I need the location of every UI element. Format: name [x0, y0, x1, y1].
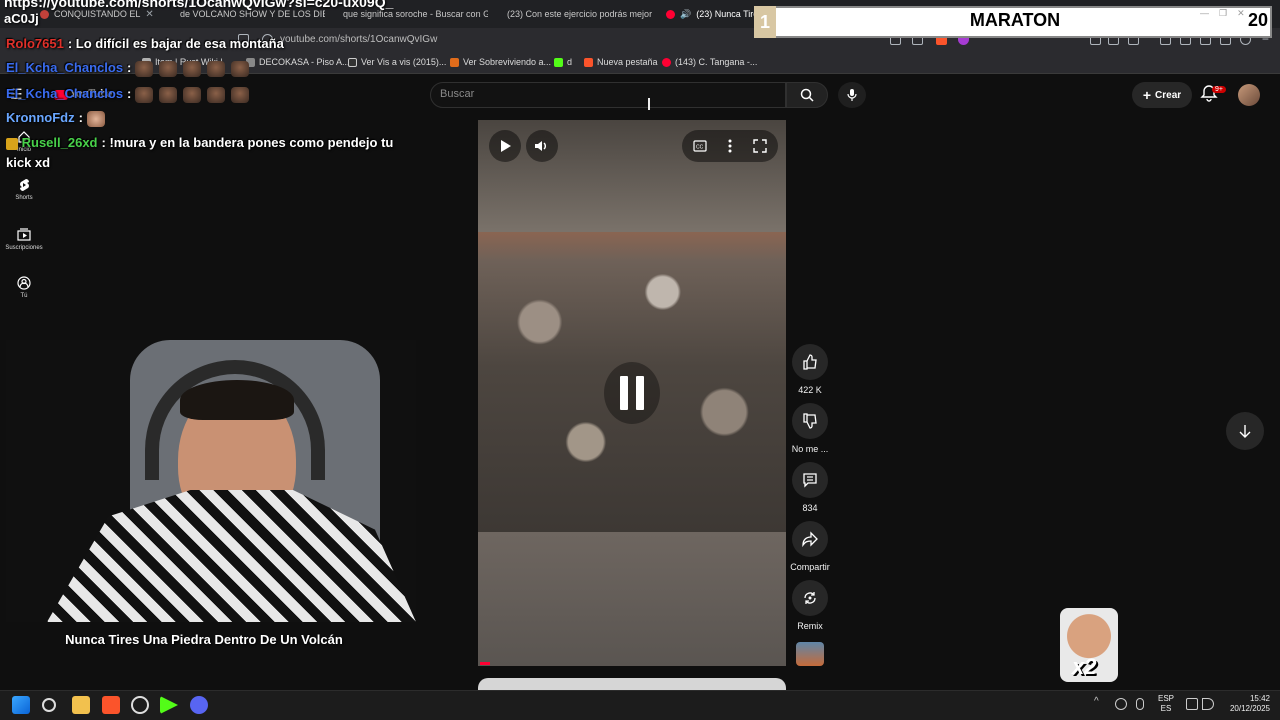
close-icon[interactable]: ✕ — [145, 9, 153, 20]
emote-icon — [231, 60, 249, 77]
brave-icon[interactable] — [102, 696, 120, 714]
plus-icon: + — [1142, 87, 1152, 103]
microphone-icon[interactable] — [1136, 698, 1144, 710]
share-icon — [802, 531, 818, 547]
pause-icon[interactable] — [604, 362, 660, 424]
tray-chevron-icon[interactable]: ^ — [1094, 696, 1106, 708]
webcam-hair — [180, 380, 294, 420]
like-button[interactable]: 422 K — [790, 344, 830, 395]
sync-icon[interactable] — [1115, 698, 1127, 710]
chat-message: Rolo7651: Lo difícil es bajar de esa mon… — [6, 36, 284, 51]
obs-icon[interactable] — [131, 696, 149, 714]
browser-tab[interactable]: (23) Con este ejercicio podrás mejora — [502, 4, 652, 24]
search-placeholder: Buscar — [440, 88, 475, 100]
bookmark-favicon-icon — [348, 57, 357, 67]
remix-button[interactable]: Remix — [790, 580, 830, 631]
subscriptions-icon — [17, 228, 31, 241]
thumbs-up-icon — [803, 354, 817, 370]
emote-icon — [231, 86, 249, 103]
comments-button[interactable]: 834 — [790, 462, 830, 513]
speaker-icon[interactable]: 🔊 — [680, 9, 691, 20]
captions-icon[interactable]: CC — [693, 140, 707, 152]
bookmark-item[interactable]: DECOKASA - Piso A... — [246, 57, 350, 67]
search-icon — [800, 88, 814, 102]
bookmark-item[interactable]: Ver Sobreviviendo a... — [450, 57, 551, 67]
language-indicator[interactable]: ESP ES — [1158, 694, 1174, 714]
emote-icon — [183, 60, 201, 77]
fullscreen-icon[interactable] — [753, 139, 768, 153]
chat-message: Rusell_26xd: !mura y en la bandera pones… — [6, 135, 394, 170]
volume-icon — [535, 141, 546, 151]
maraton-position: 1 — [754, 6, 776, 38]
overlay-url: https://youtube.com/shorts/1OcanwQvIGw?s… — [4, 0, 394, 10]
bookmark-item[interactable]: d — [554, 57, 572, 67]
display-icon[interactable] — [1186, 698, 1198, 710]
nav-item-subscriptions[interactable]: Suscripciones — [4, 228, 44, 251]
bookmark-item[interactable]: Nueva pestaña — [584, 57, 658, 67]
emote-icon — [86, 110, 105, 127]
search-input[interactable] — [430, 82, 786, 108]
window-controls[interactable]: — ❐ ✕ — [1200, 8, 1245, 19]
kick-icon — [554, 57, 563, 67]
overlay-url-tail: aC0Jj — [4, 11, 39, 26]
notification-badge: 9+ — [1212, 86, 1226, 93]
volume-icon[interactable] — [1202, 698, 1214, 710]
emote-multiplier: x2 — [1072, 654, 1097, 679]
create-button[interactable]: + Crear — [1132, 82, 1192, 108]
emote-icon — [207, 60, 225, 77]
maraton-title: MARATON — [969, 10, 1061, 30]
arrow-down-icon — [1239, 425, 1251, 438]
play-icon — [501, 140, 511, 152]
nav-item-you[interactable]: Tú — [4, 276, 44, 299]
video-caption: Nunca Tires Una Piedra Dentro De Un Volc… — [65, 632, 343, 647]
thumbs-down-icon — [803, 413, 817, 429]
chat-message: El_Kcha_Chanclos: — [6, 58, 255, 78]
system-clock[interactable]: 15:42 20/12/2025 — [1222, 694, 1270, 714]
voice-search-button[interactable] — [838, 82, 866, 108]
youtube-icon — [666, 9, 675, 19]
chat-message: KronnoFdz: — [6, 108, 111, 128]
video-frame-bottom — [478, 532, 786, 666]
sub-badge-icon — [6, 137, 18, 150]
bookmark-item[interactable]: (143) C. Tangana -... — [662, 57, 757, 67]
file-explorer-icon[interactable] — [72, 696, 90, 714]
url-field[interactable]: youtube.com/shorts/1OcanwQvIGw — [280, 34, 437, 45]
svg-text:CC: CC — [696, 145, 704, 151]
you-icon — [17, 276, 31, 290]
emote-icon — [183, 86, 201, 103]
emote-icon — [159, 60, 177, 77]
bookmark-item[interactable]: Ver Vis a vis (2015)... — [348, 57, 446, 67]
more-options-icon[interactable] — [728, 139, 732, 153]
discord-icon[interactable] — [190, 696, 208, 714]
nav-item-shorts[interactable]: Shorts — [4, 178, 44, 201]
player-controls-right: CC — [682, 130, 778, 162]
microphone-icon — [847, 89, 857, 101]
tab-favicon-icon — [40, 9, 49, 19]
youtube-icon — [662, 57, 671, 67]
brave-icon — [584, 57, 593, 67]
dislike-button[interactable]: No me ... — [790, 403, 830, 454]
comment-icon — [803, 473, 817, 488]
search-icon[interactable] — [42, 698, 56, 712]
remix-icon — [804, 592, 816, 604]
emote-icon — [159, 86, 177, 103]
audio-thumbnail[interactable] — [796, 642, 824, 666]
search-button[interactable] — [786, 82, 828, 108]
share-button[interactable]: Compartir — [790, 521, 830, 572]
next-video-button[interactable] — [1226, 412, 1264, 450]
windows-start-icon[interactable] — [12, 696, 30, 714]
emote-icon — [135, 86, 153, 103]
emote-icon — [207, 86, 225, 103]
volume-button[interactable] — [526, 130, 558, 162]
avatar[interactable] — [1238, 84, 1260, 106]
emote-icon — [135, 60, 153, 77]
play-button[interactable] — [489, 130, 521, 162]
text-cursor-icon — [648, 98, 650, 110]
shorts-icon — [20, 179, 29, 191]
chat-message: El_Kcha_Chanclos: — [6, 84, 255, 104]
video-progress-bar[interactable] — [480, 662, 490, 665]
bookmark-favicon-icon — [450, 57, 459, 67]
